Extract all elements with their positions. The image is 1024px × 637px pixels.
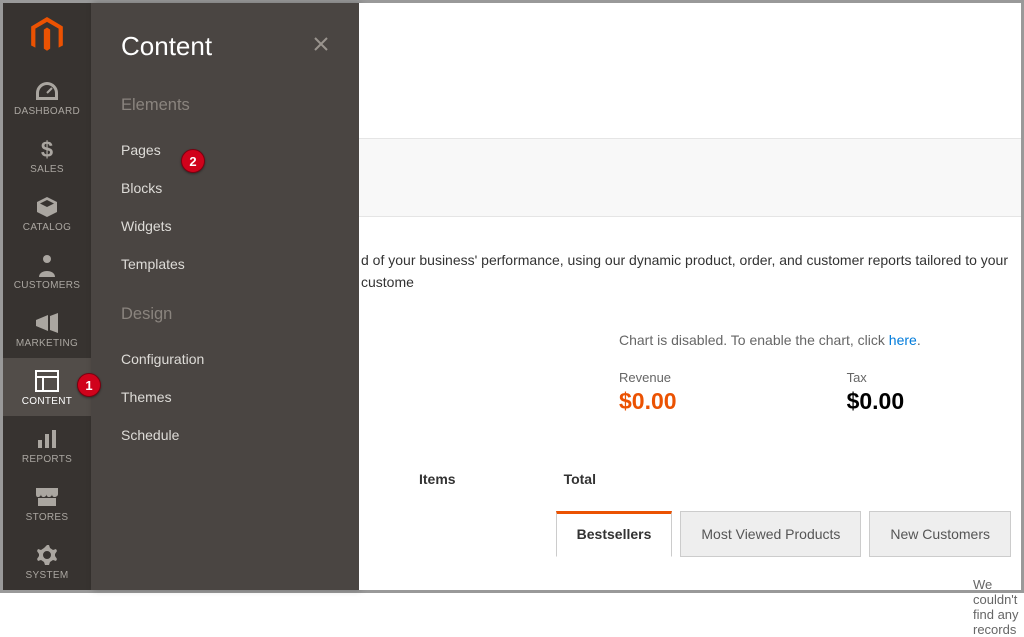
main-content: d of your business' performance, using o… [359,3,1021,590]
sidebar-item-label: SALES [30,164,64,175]
submenu-title: Content [121,31,212,62]
chart-enable-link[interactable]: here [889,332,917,348]
megaphone-icon [34,311,60,335]
metric-value: $0.00 [619,388,677,415]
submenu-link-templates[interactable]: Templates [121,245,329,283]
metric-label: Tax [847,370,905,385]
sidebar-item-label: REPORTS [22,454,72,465]
layout-icon [34,369,60,393]
submenu-link-blocks[interactable]: Blocks [121,169,329,207]
sidebar-item-label: MARKETING [16,338,78,349]
annotation-badge-1: 1 [77,373,101,397]
order-cols: Items Total [359,471,1021,487]
box-icon [34,195,60,219]
sidebar-item-customers[interactable]: CUSTOMERS [3,242,91,300]
sidebar-item-catalog[interactable]: CATALOG [3,184,91,242]
chart-disabled-suffix: . [917,332,921,348]
metric-label: Revenue [619,370,677,385]
tab-new-customers[interactable]: New Customers [869,511,1011,557]
chart-disabled-prefix: Chart is disabled. To enable the chart, … [619,332,889,348]
dashboard-icon [34,79,60,103]
sidebar-item-sales[interactable]: $ SALES [3,126,91,184]
sidebar-item-marketing[interactable]: MARKETING [3,300,91,358]
col-items-header: Items [419,471,456,487]
sidebar-item-label: CUSTOMERS [14,280,80,291]
sidebar-item-label: CONTENT [22,396,72,407]
sidebar-item-label: SYSTEM [26,570,69,581]
sidebar-item-system[interactable]: SYSTEM [3,532,91,590]
tab-most-viewed-products[interactable]: Most Viewed Products [680,511,861,557]
info-banner-text: d of your business' performance, using o… [359,217,1021,294]
submenu-header: Content [91,3,359,82]
metric-tax: Tax $0.00 [847,370,905,415]
tab-bestsellers[interactable]: Bestsellers [556,511,673,557]
submenu-link-widgets[interactable]: Widgets [121,207,329,245]
svg-text:$: $ [41,137,53,161]
submenu-group-elements: Elements PagesBlocksWidgetsTemplates [91,82,359,291]
storefront-icon [34,485,60,509]
submenu-group-title: Design [121,305,329,324]
person-icon [34,253,60,277]
bars-icon [34,427,60,451]
col-total-header: Total [564,471,596,487]
mid-band [359,139,1021,217]
magento-logo-icon [30,17,64,55]
submenu-link-themes[interactable]: Themes [121,378,329,416]
sidebar-item-label: STORES [26,512,69,523]
sidebar-item-label: DASHBOARD [14,106,80,117]
sidebar-item-label: CATALOG [23,222,71,233]
submenu-group-title: Elements [121,96,329,115]
gear-icon [34,543,60,567]
submenu-group-design: Design ConfigurationThemesSchedule [91,291,359,462]
annotation-badge-2: 2 [181,149,205,173]
metrics-row: Revenue $0.00 Tax $0.00 [619,370,1021,415]
top-band [359,3,1021,139]
submenu-link-schedule[interactable]: Schedule [121,416,329,454]
sidebar: DASHBOARD $ SALES CATALOG CUSTOMERS MARKETING… [3,3,91,590]
dollar-icon: $ [34,137,60,161]
content-submenu: Content Elements PagesBlocksWidgetsTempla… [91,3,359,590]
metric-revenue: Revenue $0.00 [619,370,677,415]
chart-disabled-notice: Chart is disabled. To enable the chart, … [619,332,1021,348]
sidebar-item-stores[interactable]: STORES [3,474,91,532]
app-frame: DASHBOARD $ SALES CATALOG CUSTOMERS MARKETING… [0,0,1024,593]
metric-value: $0.00 [847,388,905,415]
close-icon[interactable] [313,35,329,58]
dashboard-tabs: BestsellersMost Viewed ProductsNew Custo… [556,511,1011,557]
sidebar-item-reports[interactable]: REPORTS [3,416,91,474]
submenu-link-configuration[interactable]: Configuration [121,340,329,378]
no-records-text: We couldn't find any records [973,577,1021,637]
submenu-link-pages[interactable]: Pages [121,131,329,169]
sidebar-item-dashboard[interactable]: DASHBOARD [3,68,91,126]
magento-logo [3,3,91,68]
